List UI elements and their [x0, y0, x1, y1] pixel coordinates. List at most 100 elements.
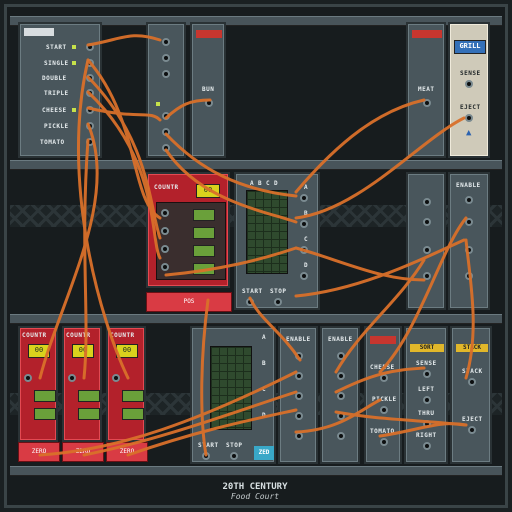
stack-label: STACK: [462, 368, 483, 375]
rack-rail: [10, 466, 502, 476]
zero-button[interactable]: ZERO: [18, 442, 60, 462]
pos-label: POS: [183, 298, 195, 305]
jack[interactable]: [295, 352, 303, 360]
stack-jack[interactable]: [468, 378, 476, 386]
jack[interactable]: [300, 246, 308, 254]
jack[interactable]: [337, 352, 345, 360]
jack[interactable]: [161, 245, 169, 253]
counter-cell: [193, 263, 215, 275]
col-label-b: B: [258, 180, 263, 187]
jack[interactable]: [423, 370, 431, 378]
jack[interactable]: [295, 432, 303, 440]
counter-cell: [193, 245, 215, 257]
jack[interactable]: [337, 372, 345, 380]
start-jack[interactable]: [202, 452, 210, 460]
jack[interactable]: [295, 412, 303, 420]
toppings-module: CHEESE PICKLE TOMATO: [364, 326, 402, 464]
enable-upper-left: [406, 172, 446, 310]
meat-jack[interactable]: [423, 99, 431, 107]
jack[interactable]: [423, 396, 431, 404]
row-label-d: D: [262, 412, 267, 419]
jack[interactable]: [86, 122, 94, 130]
jack[interactable]: [465, 246, 473, 254]
grill-eject-jack[interactable]: [465, 114, 473, 122]
jack[interactable]: [423, 442, 431, 450]
stop-jack[interactable]: [274, 298, 282, 306]
jack[interactable]: [423, 272, 431, 280]
start-jack[interactable]: [246, 298, 254, 306]
jack[interactable]: [162, 128, 170, 136]
zero-button[interactable]: ZERO: [62, 442, 104, 462]
jack[interactable]: [423, 246, 431, 254]
zero-button[interactable]: ZERO: [106, 442, 148, 462]
grill-module: GRILL SENSE EJECT ▲: [448, 22, 490, 158]
bun-jack[interactable]: [205, 99, 213, 107]
jack[interactable]: [423, 218, 431, 226]
led: [156, 102, 160, 106]
jack[interactable]: [300, 272, 308, 280]
counter-title: COUNTR: [154, 184, 179, 191]
jack[interactable]: [162, 70, 170, 78]
jack[interactable]: [86, 138, 94, 146]
pos-button[interactable]: POS: [146, 292, 232, 312]
rack-rail: [10, 314, 502, 324]
center-counter: COUNTR 00: [146, 172, 230, 288]
zero-label: ZERO: [31, 448, 47, 455]
jack[interactable]: [86, 89, 94, 97]
jack[interactable]: [337, 412, 345, 420]
jack[interactable]: [161, 227, 169, 235]
counter-cell: [78, 408, 100, 420]
jack[interactable]: [337, 392, 345, 400]
tomato-label: TOMATO: [370, 428, 395, 435]
jack[interactable]: [465, 272, 473, 280]
jack[interactable]: [162, 54, 170, 62]
grill-sense-jack[interactable]: [465, 80, 473, 88]
jack[interactable]: [423, 420, 431, 428]
jack[interactable]: [161, 209, 169, 217]
counter-cell: [193, 227, 215, 239]
jack[interactable]: [161, 263, 169, 271]
jack[interactable]: [423, 198, 431, 206]
sequencer-grid[interactable]: [210, 346, 252, 430]
counter-title: COUNTR: [110, 332, 135, 339]
stack-module: STACK STACK EJECT: [450, 326, 492, 464]
stack-eject-jack[interactable]: [468, 426, 476, 434]
pickle-jack[interactable]: [380, 406, 388, 414]
jack[interactable]: [86, 106, 94, 114]
counter-cell: [122, 408, 144, 420]
jack[interactable]: [300, 220, 308, 228]
jack[interactable]: [86, 74, 94, 82]
jack[interactable]: [295, 392, 303, 400]
jack[interactable]: [24, 374, 32, 382]
tomato-jack[interactable]: [380, 438, 388, 446]
jack[interactable]: [465, 218, 473, 226]
counter-title: COUNTR: [66, 332, 91, 339]
jack[interactable]: [162, 38, 170, 46]
jack[interactable]: [162, 112, 170, 120]
zed-button[interactable]: ZED: [254, 446, 274, 460]
jack[interactable]: [162, 144, 170, 152]
game-board: START SINGLE DOUBLE TRIPLE CHEESE PICKLE…: [0, 0, 512, 512]
jack[interactable]: [86, 43, 94, 51]
jack[interactable]: [465, 196, 473, 204]
jack[interactable]: [86, 59, 94, 67]
panel-header: [24, 28, 54, 36]
stop-jack[interactable]: [230, 452, 238, 460]
jack[interactable]: [337, 432, 345, 440]
sequencer-grid[interactable]: [246, 190, 288, 274]
counter-display: 00: [72, 344, 94, 358]
stack-eject-label: EJECT: [462, 416, 483, 423]
label-single: SINGLE: [44, 60, 69, 67]
jack[interactable]: [68, 374, 76, 382]
col-label-d: D: [274, 180, 279, 187]
branding-line2: Food Court: [230, 492, 280, 501]
counter-display: 00: [116, 344, 138, 358]
cheese-jack[interactable]: [380, 374, 388, 382]
jack[interactable]: [295, 372, 303, 380]
label-tomato: TOMATO: [40, 139, 65, 146]
row-label-c: C: [262, 386, 267, 393]
jack[interactable]: [300, 194, 308, 202]
jack[interactable]: [112, 374, 120, 382]
counter-lower-1: COUNTR 00: [18, 326, 58, 442]
meat-module: MEAT: [406, 22, 446, 158]
